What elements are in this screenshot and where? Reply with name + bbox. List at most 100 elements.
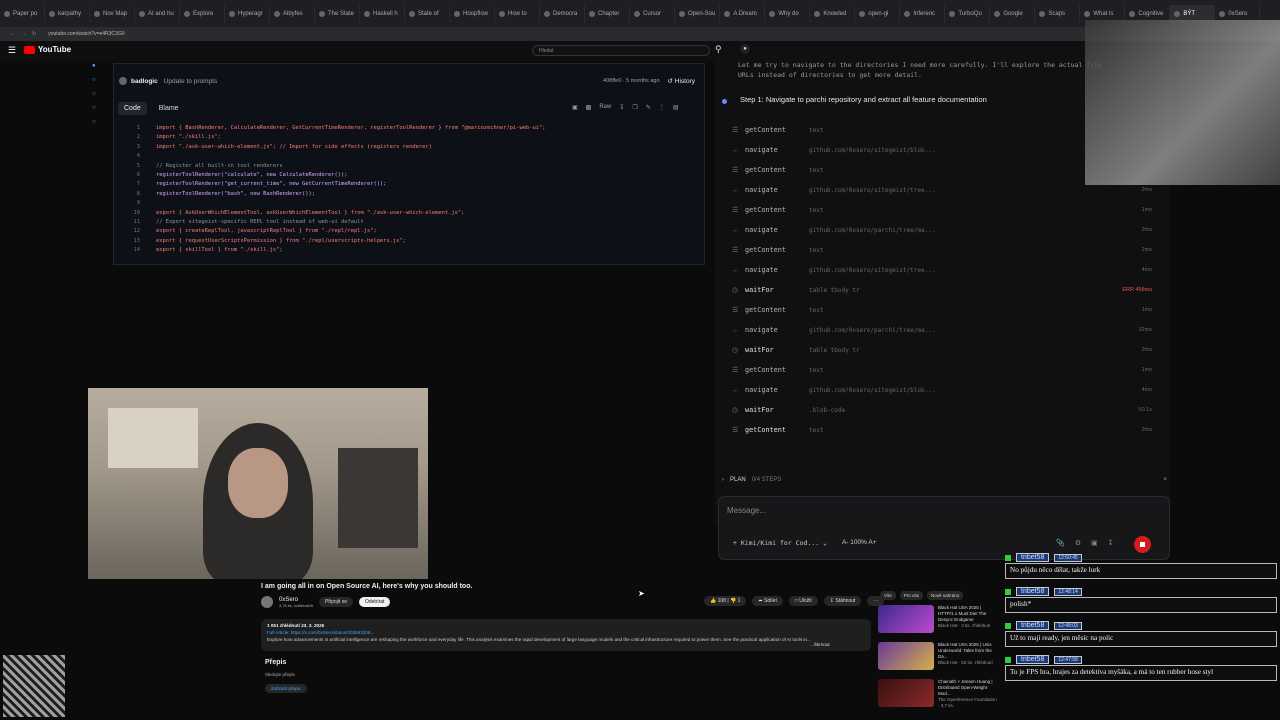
preview-icon[interactable]: ▩: [586, 104, 592, 111]
plan-bar[interactable]: › PLAN 0/4 STEPS ×: [722, 477, 1167, 483]
search-input[interactable]: Hledat: [532, 45, 710, 56]
browser-tab[interactable]: State of: [405, 4, 450, 23]
action-row[interactable]: ← navigate github.com/0xsero/sitegeist/tre…: [732, 263, 1152, 277]
browser-tab[interactable]: TurboQu: [945, 4, 991, 23]
export-icon[interactable]: ↧: [1108, 539, 1114, 547]
browser-tab[interactable]: A Dream: [720, 4, 766, 23]
like-button[interactable]: 👍 108 | 👎 1: [704, 596, 747, 606]
message-input[interactable]: Message...: [727, 506, 766, 515]
browser-tab[interactable]: Knowled: [810, 4, 856, 23]
microphone-icon[interactable]: ●: [740, 44, 750, 54]
action-row[interactable]: ☰ getContent text 2ms: [732, 423, 1152, 437]
action-row[interactable]: ← navigate github.com/0xsero/parchi/tree/m…: [732, 223, 1152, 237]
more-icon[interactable]: ⋮: [659, 104, 665, 111]
extension-icon[interactable]: ○: [92, 105, 100, 111]
action-row[interactable]: ◷ waitFor .blob-code 50.1s: [732, 403, 1152, 417]
browser-tab[interactable]: How to: [495, 4, 540, 23]
tab-label: What is: [1093, 10, 1114, 17]
tab-favicon-icon: [724, 10, 731, 17]
browser-tab[interactable]: Open-Sou: [675, 4, 721, 23]
panel-icon[interactable]: ▤: [673, 104, 679, 111]
browser-tab[interactable]: Explore: [180, 4, 225, 23]
action-row[interactable]: ◷ waitFor table tbody tr ERR 458ms: [732, 283, 1152, 297]
action-row[interactable]: ◷ waitFor table tbody tr 2ms: [732, 343, 1152, 357]
browser-tab[interactable]: Haskell h: [360, 4, 405, 23]
action-name: navigate: [745, 386, 778, 394]
author-avatar: [119, 77, 127, 85]
action-row[interactable]: ← navigate github.com/0xsero/sitegeist/tre…: [732, 183, 1152, 197]
browser-tab[interactable]: Hoopflow: [450, 4, 495, 23]
channel-avatar[interactable]: [261, 596, 273, 608]
action-row[interactable]: ☰ getContent text 2ms: [732, 243, 1152, 257]
back-icon[interactable]: ←: [10, 31, 15, 37]
show-transcript-button[interactable]: Zobrazit přepis: [265, 684, 307, 693]
commit-author[interactable]: badlogic: [131, 78, 158, 85]
copy-icon[interactable]: ❐: [632, 104, 637, 111]
tab-code[interactable]: Code: [118, 102, 147, 115]
action-row[interactable]: ← navigate github.com/0xsero/sitegeist/blo…: [732, 383, 1152, 397]
model-selector[interactable]: + Kimi/Kimi for Cod... ⌄: [733, 539, 827, 547]
browser-tab[interactable]: AI and hu: [135, 4, 180, 23]
action-row[interactable]: ☰ getContent text 1ms: [732, 363, 1152, 377]
browser-tab[interactable]: The State: [315, 4, 360, 23]
symbols-icon[interactable]: ▣: [572, 104, 578, 111]
browser-tab[interactable]: Cursor: [630, 4, 675, 23]
action-row[interactable]: ☰ getContent text 1ms: [732, 303, 1152, 317]
browser-tab[interactable]: Democra: [540, 4, 585, 23]
article-link[interactable]: Full Article: https://x.com/0xSero/statu…: [267, 629, 865, 636]
suggested-video[interactable]: Chainath × Jensen Huang | Distributed Op…: [878, 679, 998, 711]
browser-tab[interactable]: Paper po: [0, 4, 45, 23]
chat-overlay: tribet58 12:50:45 No půjdu něco dělat, tak…: [1005, 552, 1277, 688]
attach-icon[interactable]: 📎: [1056, 539, 1065, 547]
raw-button[interactable]: Raw: [599, 104, 611, 111]
browser-tab[interactable]: open-gl: [855, 4, 901, 23]
download-icon[interactable]: ↧: [619, 104, 624, 111]
suggested-video[interactable]: Black Hat USA 2025 | Unix Underworld: Ta…: [878, 642, 998, 674]
close-icon[interactable]: ×: [1163, 477, 1167, 483]
action-row[interactable]: ☰ getContent text 1ms: [732, 203, 1152, 217]
browser-tab[interactable]: Google: [990, 4, 1036, 23]
commit-message[interactable]: Update to prompts: [164, 78, 217, 85]
tab-blame[interactable]: Blame: [153, 102, 185, 115]
reload-icon[interactable]: ↻: [32, 31, 36, 37]
zoom-control[interactable]: A- 100% A+: [842, 539, 877, 546]
browser-tab[interactable]: Chapter: [585, 4, 630, 23]
url-text[interactable]: youtube.com/watch?v=e4R3C3G0: [48, 31, 124, 37]
browser-tab[interactable]: Scaps: [1035, 4, 1081, 23]
stop-button[interactable]: [1134, 536, 1151, 553]
browser-tab[interactable]: Inferenc: [900, 4, 946, 23]
forward-icon[interactable]: →: [21, 31, 26, 37]
agent-intro: Let me try to navigate to the directorie…: [738, 61, 1102, 79]
suggested-video[interactable]: Black Hat USA 2025 | HTTP/1.1 Must Die! …: [878, 605, 998, 637]
download-button[interactable]: ↧ Stáhnout: [823, 596, 862, 606]
action-argument: text: [809, 306, 824, 314]
subscribe-button[interactable]: Odebírat: [358, 597, 391, 607]
share-button[interactable]: ➦ Sdílet: [752, 596, 783, 606]
show-more-button[interactable]: ...Škrnout: [810, 642, 830, 647]
chip-all[interactable]: Vše: [880, 591, 896, 600]
screenshot-icon[interactable]: ▣: [1091, 539, 1098, 547]
extension-icon[interactable]: ○: [92, 91, 100, 97]
join-button[interactable]: Připojit se: [319, 597, 353, 607]
browser-tab[interactable]: Hyperagr: [225, 4, 270, 23]
edit-icon[interactable]: ✎: [646, 104, 651, 111]
save-button[interactable]: □ Uložit: [788, 596, 818, 606]
action-row[interactable]: ← navigate github.com/0xsero/parchi/tree/m…: [732, 323, 1152, 337]
extension-icon[interactable]: ○: [92, 77, 100, 83]
extension-icon[interactable]: ●: [92, 63, 100, 69]
menu-icon[interactable]: ☰: [8, 45, 16, 56]
chip-for-you[interactable]: Pro vás: [899, 591, 924, 600]
description-box[interactable]: 1 051 zhlédnutí 23. 3. 2026 Full Article…: [261, 619, 871, 651]
tab-favicon-icon: [1084, 10, 1091, 17]
youtube-logo[interactable]: YouTube: [24, 45, 71, 54]
browser-tab[interactable]: Albyfes: [270, 4, 315, 23]
history-button[interactable]: ↺ History: [668, 77, 696, 85]
search-icon[interactable]: ⚲: [715, 44, 722, 55]
extension-icon[interactable]: ○: [92, 119, 100, 125]
browser-tab[interactable]: Nov Map: [90, 4, 135, 23]
chip-recent[interactable]: Nově nahráno: [927, 591, 964, 600]
browser-tab[interactable]: karpathy: [45, 4, 90, 23]
browser-tab[interactable]: Why do: [765, 4, 811, 23]
chat-text: To je FPS hra, hrajes za detektiva myšák…: [1005, 665, 1277, 681]
settings-icon[interactable]: ⚙: [1075, 539, 1081, 547]
